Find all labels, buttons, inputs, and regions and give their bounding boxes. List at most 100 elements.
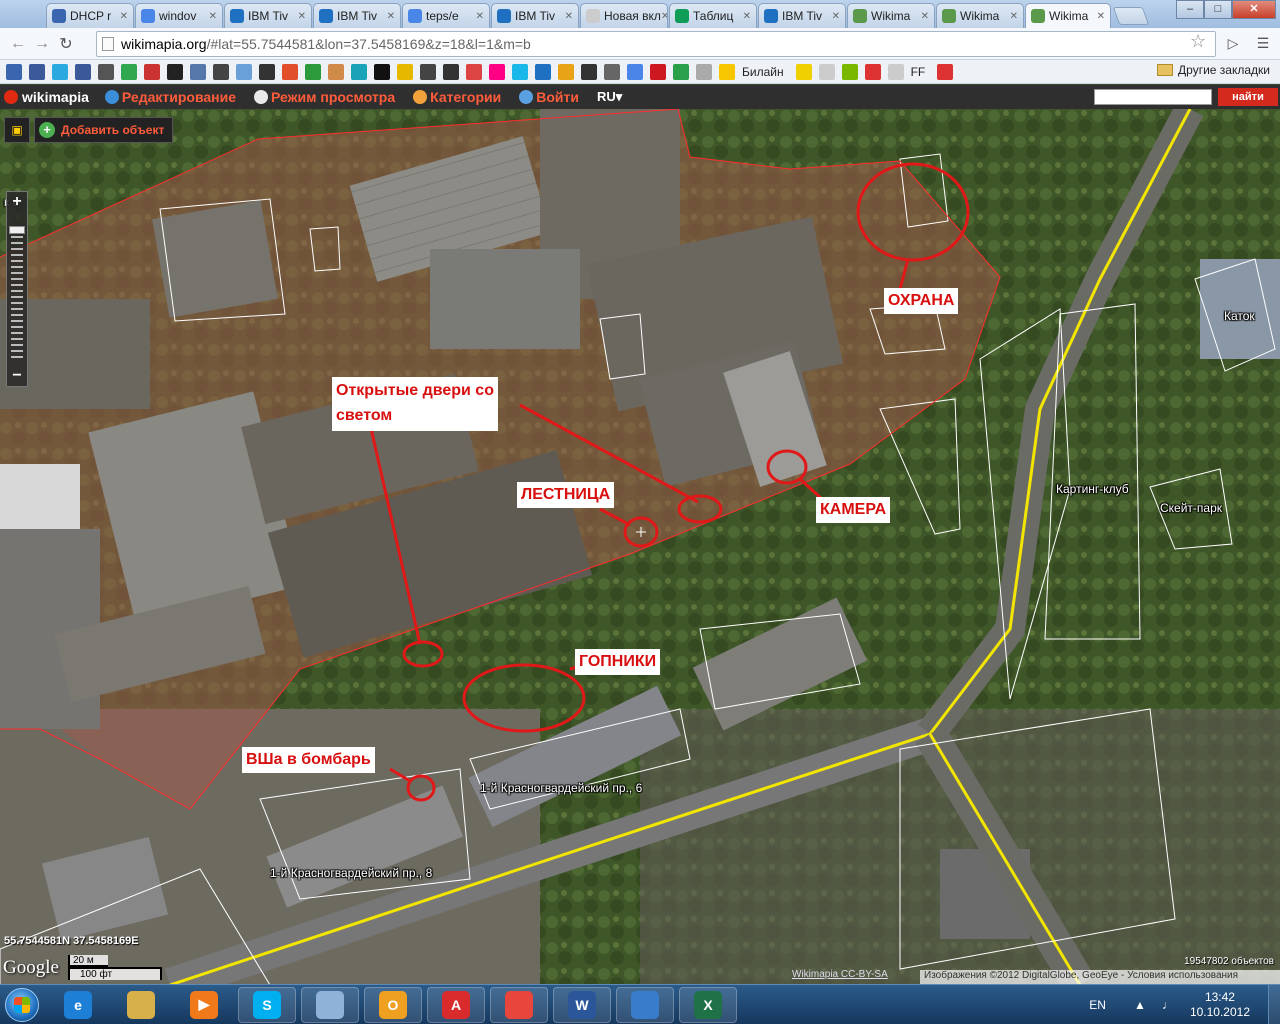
browser-tab[interactable]: teps/e ✕	[402, 3, 490, 28]
menu-item[interactable]: Режим просмотра	[254, 89, 395, 105]
other-bookmarks[interactable]: Другие закладки	[1157, 63, 1270, 77]
bookmark-icon[interactable]	[282, 63, 298, 80]
bookmark-icon[interactable]	[719, 63, 735, 80]
ruler-icon[interactable]: ▣	[4, 117, 30, 143]
taskbar-app-notepad[interactable]	[301, 986, 359, 1023]
menu-item[interactable]: Войти	[519, 89, 579, 105]
bookmark-icon[interactable]	[144, 63, 160, 80]
bookmark-icon[interactable]	[374, 63, 390, 80]
bookmark-icon[interactable]	[627, 63, 643, 80]
bookmark-icon[interactable]	[75, 63, 91, 80]
tab-close-icon[interactable]: ✕	[743, 11, 751, 22]
bookmark-icon[interactable]	[604, 63, 620, 80]
tab-close-icon[interactable]: ✕	[1097, 11, 1105, 22]
search-button[interactable]: найти	[1218, 88, 1278, 106]
browser-tab[interactable]: IBM Tiv ✕	[491, 3, 579, 28]
bookmark-icon[interactable]	[841, 63, 858, 80]
add-object-button[interactable]: + Добавить объект	[34, 117, 174, 143]
tab-close-icon[interactable]: ✕	[832, 11, 840, 22]
bookmark-icon[interactable]	[818, 63, 835, 80]
tab-close-icon[interactable]: ✕	[661, 11, 667, 22]
map-label-address-8[interactable]: 1-й Красногвардейский пр., 8	[270, 866, 432, 880]
tab-close-icon[interactable]: ✕	[298, 11, 306, 22]
bookmark-icon[interactable]	[121, 63, 137, 80]
bookmark-icon[interactable]	[29, 63, 45, 80]
bookmark-star-icon[interactable]: ☆	[1190, 31, 1206, 52]
bookmark-icon[interactable]	[558, 63, 574, 80]
search-input[interactable]	[1094, 89, 1212, 105]
map-view[interactable]: Каток Картинг-клуб Скейт-парк 1-й Красно…	[0, 109, 1280, 985]
bookmark-icon[interactable]	[420, 63, 436, 80]
taskbar-app-outlook[interactable]: O	[364, 986, 422, 1023]
taskbar-app-acrobat[interactable]: A	[427, 986, 485, 1023]
bookmark-icon[interactable]	[443, 63, 459, 80]
minimize-button[interactable]: –	[1176, 0, 1204, 19]
zoom-slider-handle[interactable]	[9, 226, 25, 234]
tab-close-icon[interactable]: ✕	[921, 11, 929, 22]
bookmark-icon[interactable]	[535, 63, 551, 80]
menu-item[interactable]: Редактирование	[104, 89, 236, 105]
bookmark-icon[interactable]	[650, 63, 666, 80]
volume-icon[interactable]: ♩	[1162, 998, 1176, 1012]
tab-close-icon[interactable]: ✕	[476, 11, 484, 22]
start-button[interactable]	[0, 985, 44, 1024]
taskbar-app-explorer[interactable]	[112, 987, 170, 1023]
show-desktop-button[interactable]	[1268, 985, 1280, 1024]
browser-tab[interactable]: IBM Tiv ✕	[313, 3, 401, 28]
reload-icon[interactable]: ↻	[54, 32, 78, 56]
wrench-menu-icon[interactable]: ☰	[1252, 32, 1274, 54]
bookmark-icon[interactable]	[351, 63, 367, 80]
browser-tab[interactable]: IBM Tiv ✕	[758, 3, 846, 28]
taskbar-app-skype[interactable]: S	[238, 986, 296, 1023]
bookmark-icon[interactable]	[98, 63, 114, 80]
tab-close-icon[interactable]: ✕	[120, 11, 128, 22]
bookmark-icon[interactable]	[305, 63, 321, 80]
license-link[interactable]: Wikimapia CC-BY-SA	[792, 969, 888, 980]
map-label-katok[interactable]: Каток	[1224, 309, 1255, 323]
bookmark-icon[interactable]	[328, 63, 344, 80]
forward-icon[interactable]: →	[30, 32, 54, 56]
back-icon[interactable]: ←	[6, 32, 30, 56]
extension-icon[interactable]: ▷	[1222, 32, 1244, 54]
address-bar[interactable]: wikimapia.org/#lat=55.7544581&lon=37.545…	[96, 31, 1216, 57]
bookmark-icon[interactable]	[397, 63, 413, 80]
bookmark-icon[interactable]	[6, 63, 22, 80]
network-icon[interactable]: ▲	[1134, 998, 1148, 1012]
browser-tab[interactable]: DHCP r ✕	[46, 3, 134, 28]
bookmark-icon[interactable]	[673, 63, 689, 80]
tab-close-icon[interactable]: ✕	[565, 11, 573, 22]
map-label-skate[interactable]: Скейт-парк	[1160, 501, 1222, 515]
maximize-button[interactable]: □	[1204, 0, 1232, 19]
bookmark-icon[interactable]	[167, 63, 183, 80]
browser-tab[interactable]: Wikima ✕	[847, 3, 935, 28]
tab-close-icon[interactable]: ✕	[1010, 11, 1018, 22]
browser-tab[interactable]: windov ✕	[135, 3, 223, 28]
bookmark-label[interactable]: FF	[911, 65, 926, 79]
bookmark-icon[interactable]	[190, 63, 206, 80]
tab-close-icon[interactable]: ✕	[209, 11, 217, 22]
menu-item[interactable]: Категории	[413, 89, 501, 105]
close-button[interactable]: ✕	[1232, 0, 1276, 19]
bookmark-icon[interactable]	[489, 63, 505, 80]
browser-tab[interactable]: Wikima ✕	[1025, 3, 1111, 28]
bookmark-icon[interactable]	[581, 63, 597, 80]
bookmark-icon[interactable]	[696, 63, 712, 80]
bookmark-icon[interactable]	[887, 63, 904, 80]
browser-tab[interactable]: Таблиц ✕	[669, 3, 757, 28]
taskbar-app-ie[interactable]: e	[49, 987, 107, 1023]
bookmark-icon[interactable]	[795, 63, 812, 80]
bookmark-icon[interactable]	[52, 63, 68, 80]
imagery-credits[interactable]: Изображения ©2012 DigitalGlobe, GeoEye -…	[920, 970, 1280, 984]
taskbar-app-word[interactable]: W	[553, 986, 611, 1023]
browser-tab[interactable]: Wikima ✕	[936, 3, 1024, 28]
map-label-address-6[interactable]: 1-й Красногвардейский пр., 6	[480, 781, 642, 795]
bookmark-icon[interactable]	[213, 63, 229, 80]
language-select[interactable]: RU▾	[597, 89, 622, 105]
clock[interactable]: 13:42 10.10.2012	[1190, 990, 1250, 1020]
zoom-slider-track[interactable]	[11, 236, 23, 358]
zoom-out-button[interactable]: −	[7, 366, 27, 386]
new-tab-button[interactable]	[1112, 7, 1150, 25]
browser-tab[interactable]: IBM Tiv ✕	[224, 3, 312, 28]
bookmark-icon[interactable]	[937, 63, 954, 80]
map-label-karting[interactable]: Картинг-клуб	[1056, 482, 1129, 496]
